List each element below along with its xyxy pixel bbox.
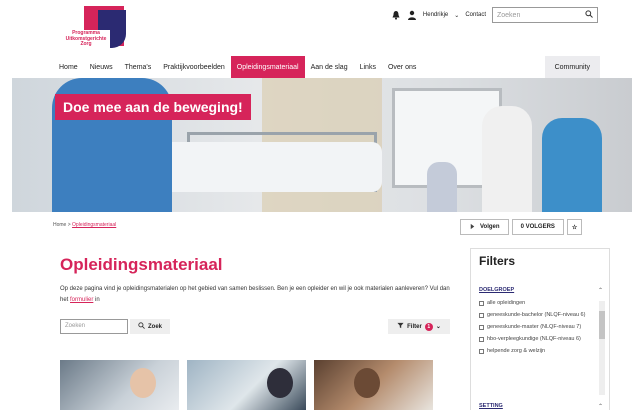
favorite-star-button[interactable]: ☆: [566, 219, 583, 235]
checkbox[interactable]: [479, 313, 484, 318]
hero-nurse-right: [542, 118, 602, 212]
header-search-input[interactable]: Zoeken: [492, 7, 598, 23]
thumb-person: [354, 368, 380, 398]
breadcrumb-home[interactable]: Home: [53, 222, 66, 228]
hero-patient: [427, 162, 457, 212]
search-icon: [138, 322, 145, 331]
hero-doctor: [482, 106, 532, 212]
hero-banner: Doe mee aan de beweging!: [12, 78, 632, 212]
filter-option[interactable]: hbo-verpleegkundige (NLQF-niveau 6): [479, 335, 597, 344]
filter-option-label: alle opleidingen: [487, 300, 526, 306]
contact-link[interactable]: Contact: [465, 12, 486, 18]
breadcrumb-current[interactable]: Opleidingsmateriaal: [72, 222, 116, 228]
filter-option[interactable]: helpende zorg & welzijn: [479, 347, 597, 356]
nav-item-aan-de-slag[interactable]: Aan de slag: [305, 56, 354, 78]
filter-scrollbar[interactable]: [599, 301, 605, 395]
checkbox[interactable]: [479, 301, 484, 306]
main-nav: Home Nieuws Thema's Praktijkvoorbeelden …: [53, 56, 600, 78]
followers-count: 0 VOLGERS: [511, 219, 564, 235]
filter-option-label: helpende zorg & welzijn: [487, 348, 546, 354]
nav-item-opleidingsmateriaal[interactable]: Opleidingsmateriaal: [230, 56, 305, 78]
thumb-person: [130, 368, 156, 398]
nav-item-nieuws[interactable]: Nieuws: [84, 56, 119, 78]
user-icon[interactable]: [407, 10, 417, 20]
search-button-label: Zoek: [147, 323, 162, 330]
intro-text-before: Op deze pagina vind je opleidingsmateria…: [60, 286, 450, 303]
follow-label: Volgen: [480, 224, 500, 230]
intro-text: Op deze pagina vind je opleidingsmateria…: [60, 284, 450, 306]
top-bar: Hendrikje ⌄ Contact Zoeken: [391, 6, 598, 24]
chevron-up-icon[interactable]: ⌃: [598, 403, 603, 410]
filter-button-label: Filter: [407, 323, 422, 330]
nav-item-themas[interactable]: Thema's: [119, 56, 158, 78]
nav-item-home[interactable]: Home: [53, 56, 84, 78]
breadcrumb-separator: >: [67, 222, 71, 228]
follow-button[interactable]: Volgen: [460, 219, 509, 235]
follow-bar: Volgen 0 VOLGERS ☆: [460, 219, 583, 235]
search-button[interactable]: Zoek: [130, 319, 170, 334]
filter-group-doelgroep[interactable]: DOELGROEP: [479, 287, 514, 293]
filter-icon: [397, 322, 404, 331]
filter-option[interactable]: alle opleidingen: [479, 299, 597, 308]
follow-icon: [469, 223, 476, 232]
content-search-input[interactable]: Zoeken: [60, 319, 128, 334]
site-logo[interactable]: Programma Uitkomstgerichte Zorg: [60, 6, 132, 50]
material-thumbnails: [60, 360, 433, 410]
filter-option[interactable]: geneeskunde-bachelor (NLQF-niveau 6): [479, 311, 597, 320]
checkbox[interactable]: [479, 349, 484, 354]
scrollbar-thumb[interactable]: [599, 311, 605, 339]
filter-group-setting[interactable]: SETTING: [479, 403, 503, 409]
nav-item-over-ons[interactable]: Over ons: [382, 56, 422, 78]
filters-title: Filters: [479, 254, 516, 268]
header-search-placeholder: Zoeken: [497, 11, 521, 19]
chevron-down-icon[interactable]: ⌄: [454, 12, 459, 19]
logo-text: Programma Uitkomstgerichte Zorg: [62, 30, 110, 49]
checkbox[interactable]: [479, 337, 484, 342]
page-title: Opleidingsmateriaal: [60, 255, 223, 274]
thumb-person: [267, 368, 293, 398]
hero-bed: [162, 142, 382, 192]
filter-option-label: geneeskunde-bachelor (NLQF-niveau 6): [487, 312, 586, 318]
material-card-image[interactable]: [187, 360, 306, 410]
filter-option-label: hbo-verpleegkundige (NLQF-niveau 6): [487, 336, 581, 342]
filter-option-label: geneeskunde-master (NLQF-niveau 7): [487, 324, 582, 330]
checkbox[interactable]: [479, 325, 484, 330]
user-name[interactable]: Hendrikje: [423, 12, 448, 18]
bell-icon[interactable]: [391, 10, 401, 20]
form-link[interactable]: formulier: [70, 297, 93, 303]
filter-option[interactable]: geneeskunde-master (NLQF-niveau 7): [479, 323, 597, 332]
star-icon: ☆: [571, 224, 578, 231]
intro-text-after: in: [95, 297, 100, 303]
breadcrumb: Home > Opleidingsmateriaal: [53, 222, 116, 228]
material-card-image[interactable]: [60, 360, 179, 410]
hero-badge: Doe mee aan de beweging!: [55, 94, 251, 120]
filter-options: alle opleidingen geneeskunde-bachelor (N…: [479, 299, 597, 359]
nav-item-community[interactable]: Community: [544, 56, 600, 78]
chevron-down-icon: ⌄: [435, 324, 441, 330]
search-icon[interactable]: [585, 10, 593, 20]
nav-item-links[interactable]: Links: [354, 56, 382, 78]
filters-panel: Filters DOELGROEP ⌃ alle opleidingen gen…: [470, 248, 610, 410]
material-card-image[interactable]: [314, 360, 433, 410]
filter-count-badge: 1: [424, 322, 433, 331]
filter-button[interactable]: Filter 1 ⌄: [388, 319, 450, 334]
nav-item-praktijkvoorbeelden[interactable]: Praktijkvoorbeelden: [157, 56, 230, 78]
chevron-up-icon[interactable]: ⌃: [598, 287, 603, 294]
